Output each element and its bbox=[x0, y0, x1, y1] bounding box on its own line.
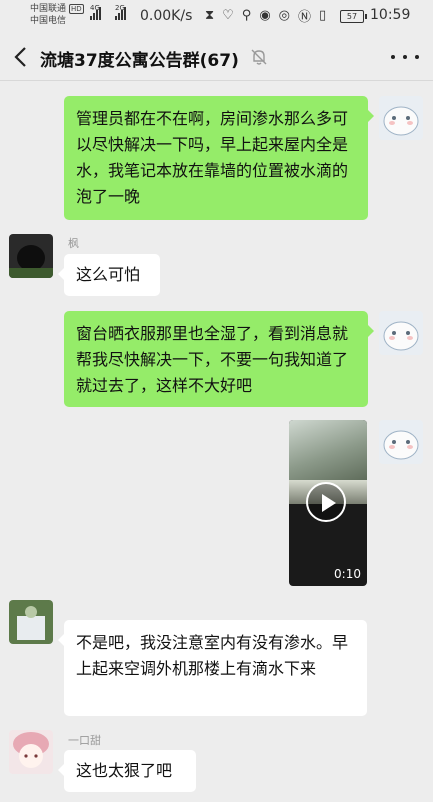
vibrate-icon: ▯ bbox=[319, 8, 327, 23]
my-avatar[interactable] bbox=[379, 96, 423, 140]
signal-icon: 4G bbox=[90, 4, 101, 20]
chat-title: 流塘37度公寓公告群(67) bbox=[40, 51, 239, 71]
sender-avatar[interactable] bbox=[9, 234, 53, 278]
video-message[interactable]: 0:10 bbox=[289, 420, 367, 586]
message-bubble[interactable]: 管理员都在不在啊，房间渗水那么多可以尽快解决一下吗，早上起来屋内全是水，我笔记本… bbox=[64, 96, 374, 220]
battery-icon: 57 bbox=[340, 10, 367, 23]
signal-2-icon: 2G bbox=[115, 4, 126, 20]
hourglass-icon: ⧗ bbox=[205, 8, 215, 23]
mute-bell-icon bbox=[250, 48, 268, 66]
my-avatar[interactable] bbox=[379, 420, 423, 464]
my-avatar[interactable] bbox=[379, 311, 423, 355]
clock: 10:59 bbox=[370, 7, 411, 23]
hd-badge: HD bbox=[69, 4, 84, 14]
more-options-icon[interactable] bbox=[391, 46, 419, 68]
play-icon[interactable] bbox=[306, 482, 346, 522]
status-icons: ⧗ ♡ ⚲ ◉ ◎ Ⓝ ▯ bbox=[205, 6, 326, 25]
back-icon[interactable] bbox=[10, 43, 34, 71]
eye-icon: ◎ bbox=[278, 8, 291, 23]
carrier-info: 中国联通 HD 中国电信 bbox=[30, 3, 84, 27]
sender-avatar[interactable] bbox=[9, 730, 53, 774]
sender-name: 一口甜 bbox=[68, 734, 101, 747]
message-bubble[interactable]: 这么可怕 bbox=[58, 254, 160, 296]
message-bubble[interactable]: 窗台晒衣服那里也全湿了，看到消息就帮我尽快解决一下，不要一句我知道了就过去了，这… bbox=[64, 311, 374, 407]
status-bar: 中国联通 HD 中国电信 4G 2G 0.00K/s ⧗ ♡ ⚲ ◉ ◎ Ⓝ ▯… bbox=[0, 0, 433, 34]
location-icon: ⚲ bbox=[241, 8, 252, 23]
message-bubble[interactable]: 这也太狠了吧 bbox=[58, 750, 196, 792]
sender-name: 枫 bbox=[68, 237, 79, 250]
carrier-2: 中国电信 bbox=[30, 16, 67, 26]
signal-1-label: 4G bbox=[90, 4, 100, 12]
heart-rate-icon: ♡ bbox=[222, 8, 234, 23]
video-duration: 0:10 bbox=[334, 567, 361, 581]
app-icon: ◉ bbox=[259, 8, 271, 23]
chat-header: 流塘37度公寓公告群(67) bbox=[0, 34, 433, 81]
sender-avatar[interactable] bbox=[9, 600, 53, 644]
carrier-1: 中国联通 bbox=[30, 4, 67, 14]
net-speed: 0.00K/s bbox=[140, 8, 193, 24]
message-bubble[interactable]: 不是吧，我没注意室内有没有渗水。早上起来空调外机那楼上有滴水下来 bbox=[58, 620, 367, 716]
nfc-icon: Ⓝ bbox=[298, 10, 312, 25]
signal-2-label: 2G bbox=[115, 4, 125, 12]
